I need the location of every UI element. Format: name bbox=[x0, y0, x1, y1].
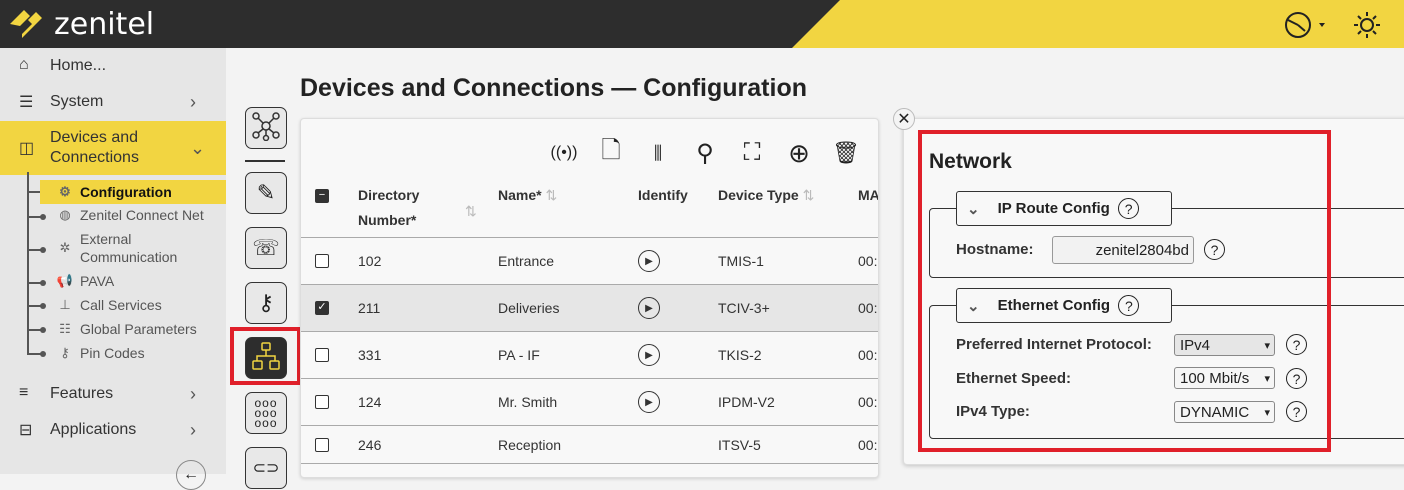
table-row[interactable]: 124 Mr. Smith ▶ IPDM-V2 00: bbox=[301, 378, 878, 425]
hub-icon bbox=[251, 111, 281, 146]
sidebar-sub-zenitel-connect-net[interactable]: ◍ Zenitel Connect Net bbox=[40, 203, 226, 227]
sidebar-sub-pin-codes[interactable]: ⚷ Pin Codes bbox=[40, 341, 226, 365]
zenitel-logo[interactable]: zenitel bbox=[6, 4, 154, 44]
table-row[interactable]: ✓ 211 Deliveries ▶ TCIV-3+ 00: bbox=[301, 284, 878, 331]
sidebar-item-features[interactable]: ≡ Features › bbox=[0, 382, 226, 406]
col-mac[interactable]: MA bbox=[858, 183, 878, 208]
row-checkbox[interactable] bbox=[315, 437, 329, 452]
megaphone-icon: 📢 bbox=[56, 273, 74, 288]
highlight-box bbox=[918, 130, 1331, 452]
add-icon[interactable]: ⊕ bbox=[784, 137, 814, 169]
rail-call-settings-button[interactable]: ☏ bbox=[245, 227, 287, 269]
globe-icon: ◍ bbox=[59, 207, 71, 222]
chevron-down-icon: ⌄ bbox=[190, 137, 206, 158]
identify-play-button[interactable]: ▶ bbox=[638, 250, 660, 272]
zenitel-logo-icon bbox=[10, 10, 42, 38]
rail-key-button[interactable]: ⚷ bbox=[245, 282, 287, 324]
devices-table-card: ((•)) 🗋 ⫼ ⚲ ⛶ ⊕ 🗑 − Directory Number* ⇅ … bbox=[300, 118, 879, 478]
table-row[interactable]: 331 PA - IF ▶ TKIS-2 00: bbox=[301, 331, 878, 378]
col-directory-number[interactable]: Directory Number* bbox=[358, 183, 440, 233]
list-icon: ≡ bbox=[19, 384, 29, 401]
sidebar-item-home[interactable]: ⌂ Home... bbox=[0, 54, 226, 78]
col-name[interactable]: Name* ⇅ bbox=[498, 183, 557, 208]
sidebar-sub-pava[interactable]: 📢 PAVA bbox=[40, 269, 226, 293]
close-icon: ✕ bbox=[897, 111, 911, 128]
sidebar-item-system[interactable]: ☰ System › bbox=[0, 90, 226, 114]
sidebar-sub-call-services[interactable]: ⊥ Call Services bbox=[40, 293, 226, 317]
identify-play-button[interactable]: ▶ bbox=[638, 297, 660, 319]
chevron-right-icon: › bbox=[190, 419, 196, 440]
row-checkbox[interactable] bbox=[315, 348, 329, 362]
chevron-right-icon: › bbox=[190, 383, 196, 404]
stamp-icon: ⊥ bbox=[59, 297, 71, 312]
sort-icon: ⇅ bbox=[802, 187, 815, 203]
network-icon: ✲ bbox=[59, 240, 71, 255]
identify-play-button[interactable]: ▶ bbox=[638, 391, 660, 413]
table-row[interactable]: 102 Entrance ▶ TMIS-1 00: bbox=[301, 237, 878, 284]
gear-icon: ⚙ bbox=[59, 184, 71, 199]
home-icon: ⌂ bbox=[19, 56, 29, 73]
highlight-box bbox=[230, 327, 301, 385]
rail-network-button[interactable] bbox=[245, 107, 287, 149]
key-icon: ⚷ bbox=[257, 290, 275, 315]
table-row[interactable]: 246 Reception ITSV-5 00: bbox=[301, 425, 878, 464]
column-filter-icon[interactable]: ⫼ bbox=[643, 137, 673, 169]
fullscreen-icon[interactable]: ⛶ bbox=[737, 137, 767, 169]
collapse-sidebar-button[interactable]: ← bbox=[176, 460, 206, 490]
sort-icon[interactable]: ⇅ bbox=[465, 199, 477, 224]
search-icon[interactable]: ⚲ bbox=[690, 137, 720, 169]
row-checkbox[interactable]: ✓ bbox=[315, 301, 329, 315]
sidebar: ⌂ Home... ☰ System › ◫ Devices and Connectio… bbox=[0, 48, 226, 490]
col-identify: Identify bbox=[638, 187, 688, 203]
sidebar-item-applications[interactable]: ⊟ Applications › bbox=[0, 418, 226, 442]
keypad-icon: ooo ooo ooo bbox=[254, 396, 278, 430]
close-panel-button[interactable]: ✕ bbox=[893, 108, 915, 130]
sort-icon: ⇅ bbox=[545, 187, 558, 203]
sidebar-sub-global-parameters[interactable]: ☷ Global Parameters bbox=[40, 317, 226, 341]
identify-play-button[interactable]: ▶ bbox=[638, 344, 660, 366]
export-file-icon[interactable]: 🗋 bbox=[596, 137, 626, 169]
devices-icon: ◫ bbox=[19, 140, 35, 157]
phone-gear-icon: ☏ bbox=[252, 235, 280, 260]
select-all-checkbox[interactable]: − bbox=[315, 189, 329, 203]
theme-sun-icon[interactable] bbox=[1352, 10, 1382, 45]
pencil-icon: ✎ bbox=[256, 180, 276, 205]
row-checkbox[interactable] bbox=[315, 395, 329, 409]
toggle-icon: ⊂⊃ bbox=[252, 460, 280, 477]
rail-keypad-button[interactable]: ooo ooo ooo bbox=[245, 392, 287, 434]
clock-icon[interactable] bbox=[1283, 10, 1329, 45]
top-header: zenitel bbox=[0, 0, 1404, 48]
rail-edit-button[interactable]: ✎ bbox=[245, 172, 287, 214]
col-device-type[interactable]: Device Type ⇅ bbox=[718, 183, 814, 208]
delete-icon[interactable]: 🗑 bbox=[831, 137, 861, 169]
sidebar-item-devices[interactable]: ◫ Devices and Connections ⌄ bbox=[0, 121, 226, 175]
rail-toggle-button[interactable]: ⊂⊃ bbox=[245, 447, 287, 489]
row-checkbox[interactable] bbox=[315, 254, 329, 268]
chevron-right-icon: › bbox=[190, 91, 196, 112]
toolbox-icon: ⊟ bbox=[19, 422, 33, 439]
page-title: Devices and Connections — Configuration bbox=[300, 74, 807, 102]
sidebar-sub-configuration[interactable]: ⚙ Configuration bbox=[40, 180, 226, 204]
broadcast-icon[interactable]: ((•)) bbox=[549, 137, 579, 169]
sidebar-sub-external-communication[interactable]: ✲ External Communication bbox=[40, 230, 226, 266]
key-icon: ⚷ bbox=[60, 345, 70, 360]
server-icon: ☰ bbox=[19, 94, 34, 111]
sliders-icon: ☷ bbox=[59, 321, 71, 336]
